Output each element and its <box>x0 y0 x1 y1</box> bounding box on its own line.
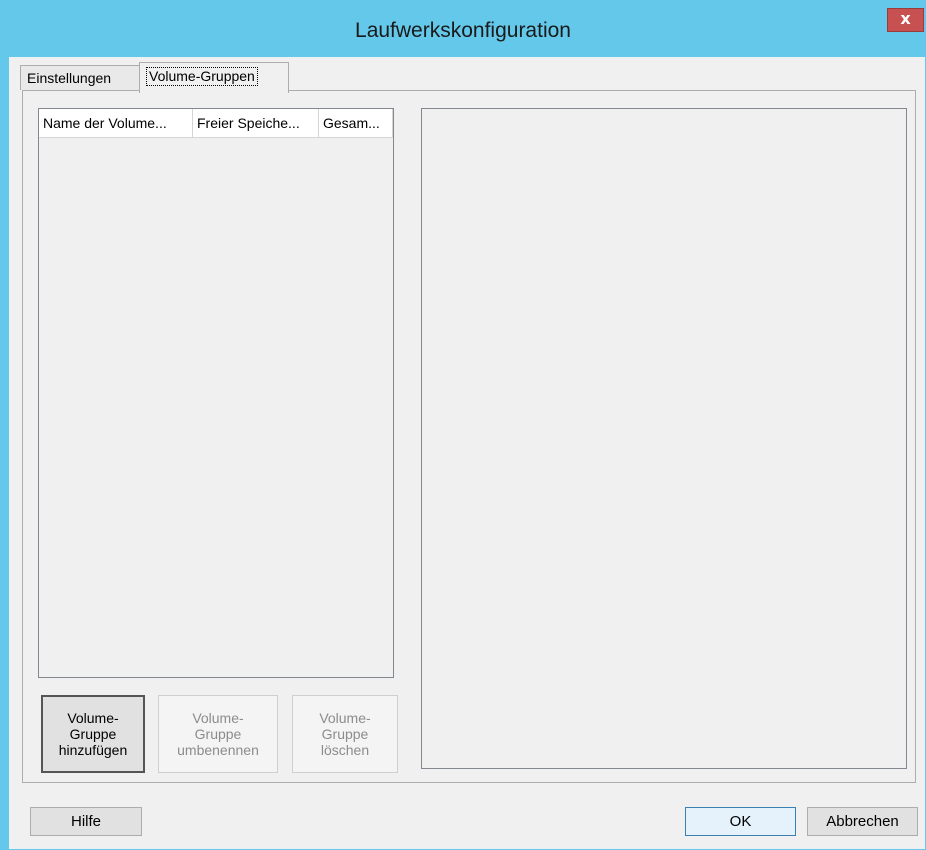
rename-button-line-2: Gruppe <box>194 726 242 742</box>
add-button-line-1: Volume- <box>67 710 119 726</box>
delete-volume-group-button[interactable]: Volume- Gruppe löschen <box>292 695 398 773</box>
volume-group-detail-panel <box>421 108 907 769</box>
delete-button-line-3: löschen <box>320 742 370 758</box>
add-button-line-3: hinzufügen <box>58 742 128 758</box>
tab-einstellungen-label: Einstellungen <box>27 70 112 86</box>
add-button-line-2: Gruppe <box>69 726 117 742</box>
volume-group-list[interactable]: Name der Volume... Freier Speiche... Ges… <box>38 108 394 678</box>
title-bar[interactable]: Laufwerkskonfiguration x <box>0 0 926 57</box>
rename-button-line-1: Volume- <box>192 710 244 726</box>
rename-button-line-3: umbenennen <box>177 742 259 758</box>
ok-button[interactable]: OK <box>685 807 796 836</box>
tab-einstellungen[interactable]: Einstellungen <box>20 65 140 90</box>
window-title: Laufwerkskonfiguration <box>355 19 571 42</box>
close-button[interactable]: x <box>887 8 924 32</box>
column-header-free-space[interactable]: Freier Speiche... <box>193 109 319 137</box>
list-header: Name der Volume... Freier Speiche... Ges… <box>39 109 393 138</box>
help-button[interactable]: Hilfe <box>30 807 142 836</box>
cancel-button[interactable]: Abbrechen <box>807 807 918 836</box>
tab-volume-gruppen-label: Volume-Gruppen <box>146 67 258 86</box>
add-volume-group-button[interactable]: Volume- Gruppe hinzufügen <box>41 695 145 773</box>
delete-button-line-2: Gruppe <box>321 726 369 742</box>
delete-button-line-1: Volume- <box>319 710 371 726</box>
column-header-total[interactable]: Gesam... <box>319 109 393 137</box>
rename-volume-group-button[interactable]: Volume- Gruppe umbenennen <box>158 695 278 773</box>
column-header-name[interactable]: Name der Volume... <box>39 109 193 137</box>
tab-volume-gruppen[interactable]: Volume-Gruppen <box>139 62 289 93</box>
